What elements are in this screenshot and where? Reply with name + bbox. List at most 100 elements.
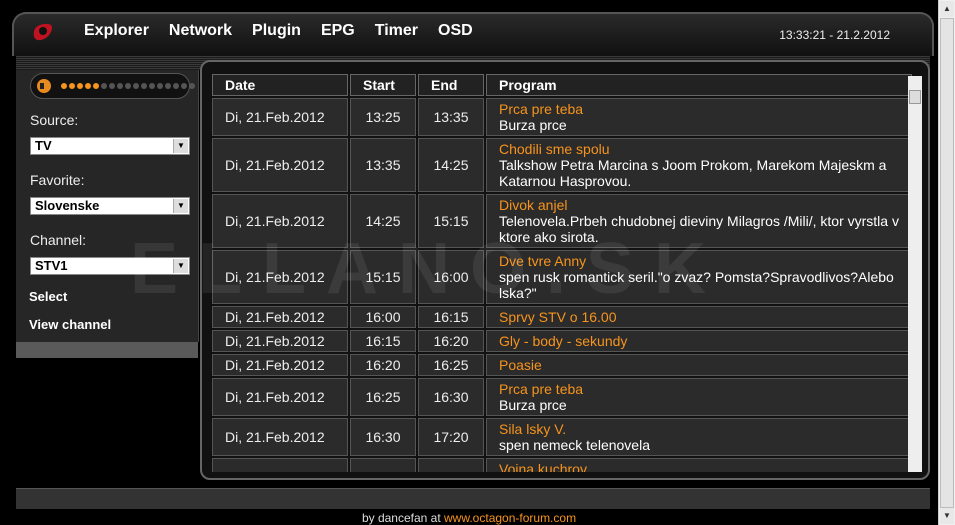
octagon-logo-icon xyxy=(33,23,52,41)
volume-dot xyxy=(149,83,155,89)
cell-program: Vojna kuchrov xyxy=(486,458,912,472)
favorite-select[interactable]: Slovenske ▼ xyxy=(30,197,190,215)
cell-end: 16:25 xyxy=(418,354,484,376)
scroll-up-icon[interactable]: ▲ xyxy=(940,1,954,17)
table-row: Di, 21.Feb.2012 16:25 16:30 Prca pre teba Bu… xyxy=(212,378,912,416)
program-title-link[interactable]: Sprvy STV o 16.00 xyxy=(499,309,899,325)
program-title-link[interactable]: Poasie xyxy=(499,357,899,373)
speaker-icon[interactable] xyxy=(37,79,51,93)
menu-timer[interactable]: Timer xyxy=(365,22,428,40)
app-window: Explorer Network Plugin EPG Timer OSD 13… xyxy=(0,0,938,525)
program-description: Talkshow Petra Marcina s Joom Prokom, Ma… xyxy=(499,157,887,189)
cell-start: 13:25 xyxy=(350,98,416,136)
cell-program: Chodili sme spolu Talkshow Petra Marcina … xyxy=(486,138,912,192)
column-header-end: End xyxy=(418,74,484,96)
volume-dot xyxy=(133,83,139,89)
cell-date: Di, 21.Feb.2012 xyxy=(212,98,348,136)
cell-date: Di, 21.Feb.2012 xyxy=(212,330,348,352)
cell-end xyxy=(418,458,484,472)
cell-start xyxy=(350,458,416,472)
volume-dot xyxy=(157,83,163,89)
channel-select[interactable]: STV1 ▼ xyxy=(30,257,190,275)
cell-start: 14:25 xyxy=(350,194,416,248)
footer-bar xyxy=(16,488,930,509)
menu-epg[interactable]: EPG xyxy=(311,22,365,40)
select-link[interactable]: Select xyxy=(29,289,67,304)
program-title-link[interactable]: Vojna kuchrov xyxy=(499,461,899,472)
cell-start: 16:30 xyxy=(350,418,416,456)
cell-end: 16:15 xyxy=(418,306,484,328)
page-scrollbar-thumb[interactable] xyxy=(940,18,954,508)
cell-end: 15:15 xyxy=(418,194,484,248)
column-header-date: Date xyxy=(212,74,348,96)
sidebar-bottom-bar xyxy=(16,342,198,358)
page-scrollbar[interactable]: ▲ ▼ xyxy=(938,0,955,525)
epg-panel: Date Start End Program Di, 21.Feb.2012 13… xyxy=(200,60,930,480)
scroll-down-icon[interactable]: ▼ xyxy=(940,508,954,524)
epg-table-scroll: Date Start End Program Di, 21.Feb.2012 13… xyxy=(210,72,914,472)
cell-start: 16:25 xyxy=(350,378,416,416)
program-title-link[interactable]: Dve tvre Anny xyxy=(499,253,899,269)
table-row: Di, 21.Feb.2012 16:00 16:15 Sprvy STV o 16.… xyxy=(212,306,912,328)
volume-level-dots xyxy=(61,83,195,89)
cell-date xyxy=(212,458,348,472)
volume-dot xyxy=(85,83,91,89)
volume-dot xyxy=(173,83,179,89)
menu-plugin[interactable]: Plugin xyxy=(242,22,311,40)
source-select[interactable]: TV ▼ xyxy=(30,137,190,155)
program-title-link[interactable]: Prca pre teba xyxy=(499,381,899,397)
cell-end: 16:20 xyxy=(418,330,484,352)
main-menu: Explorer Network Plugin EPG Timer OSD xyxy=(74,22,483,40)
forum-link[interactable]: www.octagon-forum.com xyxy=(444,511,576,525)
cell-end: 13:35 xyxy=(418,98,484,136)
column-header-program: Program xyxy=(486,74,912,96)
view-channel-link[interactable]: View channel xyxy=(29,317,111,332)
table-row: Di, 21.Feb.2012 16:30 17:20 Sila lsky V. spe… xyxy=(212,418,912,456)
channel-label: Channel: xyxy=(30,232,87,248)
menu-explorer[interactable]: Explorer xyxy=(74,22,159,40)
volume-dot xyxy=(141,83,147,89)
cell-start: 13:35 xyxy=(350,138,416,192)
cell-date: Di, 21.Feb.2012 xyxy=(212,378,348,416)
cell-date: Di, 21.Feb.2012 xyxy=(212,250,348,304)
volume-dot xyxy=(109,83,115,89)
table-scrollbar-thumb[interactable] xyxy=(909,90,921,104)
volume-dot xyxy=(101,83,107,89)
sidebar-panel: Source: TV ▼ Favorite: Slovenske ▼ Chann… xyxy=(16,70,199,342)
table-row: Di, 21.Feb.2012 16:20 16:25 Poasie xyxy=(212,354,912,376)
program-description: Telenovela.Prbeh chudobnej dieviny Milag… xyxy=(499,213,899,245)
chevron-down-icon[interactable]: ▼ xyxy=(173,259,188,273)
cell-program: Poasie xyxy=(486,354,912,376)
top-menu-bar: Explorer Network Plugin EPG Timer OSD 13… xyxy=(12,12,934,56)
cell-program: Prca pre teba Burza prce xyxy=(486,98,912,136)
cell-end: 16:00 xyxy=(418,250,484,304)
volume-dot xyxy=(77,83,83,89)
program-description: Burza prce xyxy=(499,397,567,413)
program-title-link[interactable]: Sila lsky V. xyxy=(499,421,899,437)
volume-dot xyxy=(61,83,67,89)
program-title-link[interactable]: Divok anjel xyxy=(499,197,899,213)
table-scrollbar[interactable] xyxy=(908,76,922,472)
volume-dot xyxy=(165,83,171,89)
epg-table: Date Start End Program Di, 21.Feb.2012 13… xyxy=(210,72,914,472)
cell-program: Divok anjel Telenovela.Prbeh chudobnej di… xyxy=(486,194,912,248)
program-title-link[interactable]: Prca pre teba xyxy=(499,101,899,117)
table-row: Vojna kuchrov xyxy=(212,458,912,472)
program-description: Burza prce xyxy=(499,117,567,133)
cell-program: Dve tvre Anny spen rusk romantick seril."… xyxy=(486,250,912,304)
program-title-link[interactable]: Chodili sme spolu xyxy=(499,141,899,157)
cell-date: Di, 21.Feb.2012 xyxy=(212,138,348,192)
volume-slider[interactable] xyxy=(30,73,195,99)
program-title-link[interactable]: Gly - body - sekundy xyxy=(499,333,899,349)
chevron-down-icon[interactable]: ▼ xyxy=(173,139,188,153)
epg-table-body: Di, 21.Feb.2012 13:25 13:35 Prca pre teba Bu… xyxy=(212,98,912,472)
cell-program: Gly - body - sekundy xyxy=(486,330,912,352)
cell-program: Prca pre teba Burza prce xyxy=(486,378,912,416)
favorite-label: Favorite: xyxy=(30,172,85,188)
chevron-down-icon[interactable]: ▼ xyxy=(173,199,188,213)
favorite-select-value: Slovenske xyxy=(35,198,100,213)
menu-osd[interactable]: OSD xyxy=(428,22,483,40)
menu-network[interactable]: Network xyxy=(159,22,242,40)
cell-start: 15:15 xyxy=(350,250,416,304)
source-label: Source: xyxy=(30,112,79,128)
